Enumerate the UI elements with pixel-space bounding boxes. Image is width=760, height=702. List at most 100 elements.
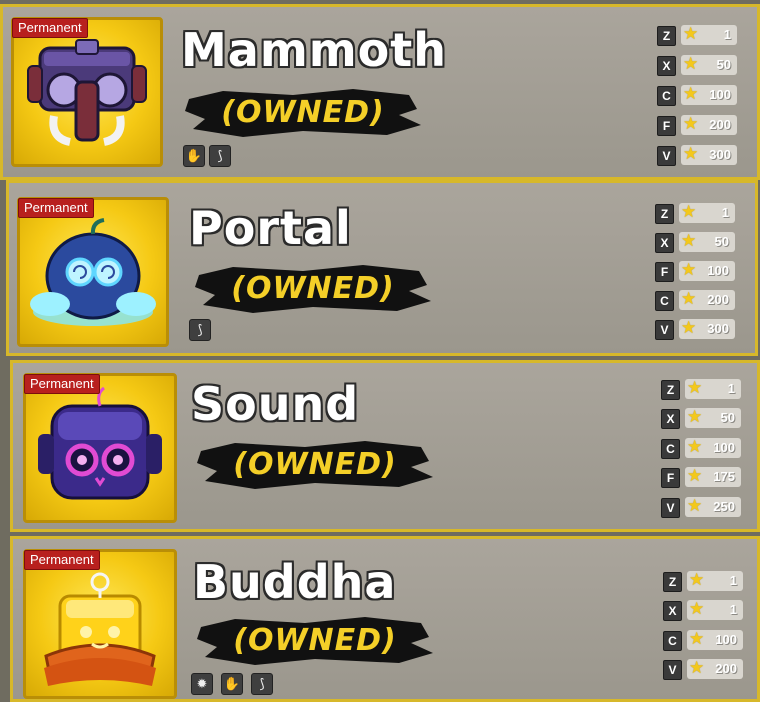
star-icon: ★: [687, 437, 703, 456]
cost-box: ★ 200: [681, 114, 737, 135]
cost-box: ★ 50: [681, 54, 737, 75]
star-icon: ★: [687, 466, 703, 485]
cost-box: ★ 250: [685, 496, 741, 517]
star-icon: ★: [681, 260, 697, 279]
cost-box: ★ 1: [685, 378, 741, 399]
cost-value: 1: [723, 27, 731, 42]
key-label: Z: [663, 572, 682, 592]
star-icon: ★: [681, 231, 697, 250]
permanent-badge: Permanent: [18, 198, 94, 218]
star-icon: ★: [681, 318, 697, 337]
fruit-card-portal[interactable]: Permanent Portal (OWNED) ⟆ Z ★ 1 X ★ 50 F ★ 10…: [6, 180, 758, 356]
key-label: Z: [657, 26, 676, 46]
owned-label: (OWNED): [195, 613, 435, 669]
fruit-card-mammoth[interactable]: Permanent Mammoth (OWNED) ✋ ⟆ Z ★ 1 X ★ 50 C…: [0, 4, 760, 180]
horn-icon: ⟆: [209, 145, 231, 167]
owned-label: (OWNED): [195, 437, 435, 493]
sound-fruit-icon: [38, 386, 162, 500]
key-label: F: [655, 262, 674, 282]
move-row: F ★ 200: [657, 114, 743, 136]
key-label: F: [657, 116, 676, 136]
cost-value: 200: [715, 661, 737, 676]
cost-box: ★ 100: [687, 629, 743, 650]
buddha-fruit-icon: [44, 572, 156, 686]
cost-value: 1: [729, 602, 737, 617]
cost-box: ★ 175: [685, 466, 741, 487]
move-row: Z ★ 1: [663, 570, 749, 592]
key-label: X: [661, 409, 680, 429]
move-row: C ★ 200: [655, 289, 741, 311]
cost-value: 250: [713, 499, 735, 514]
owned-text: (OWNED): [221, 95, 385, 130]
cost-box: ★ 300: [681, 144, 737, 165]
cost-value: 200: [707, 292, 729, 307]
move-row: Z ★ 1: [655, 202, 741, 224]
cost-value: 100: [709, 87, 731, 102]
move-row: X ★ 50: [661, 407, 747, 429]
fruit-name: Sound: [191, 377, 360, 431]
move-row: Z ★ 1: [657, 24, 743, 46]
key-label: Z: [661, 380, 680, 400]
owned-label: (OWNED): [183, 85, 423, 141]
move-row: C ★ 100: [663, 629, 749, 651]
move-row: V ★ 300: [655, 318, 741, 340]
move-row: X ★ 1: [663, 599, 749, 621]
move-row: F ★ 100: [655, 260, 741, 282]
cost-value: 100: [713, 440, 735, 455]
cost-value: 100: [707, 263, 729, 278]
move-row: V ★ 250: [661, 496, 747, 518]
cost-value: 1: [721, 205, 729, 220]
star-icon: ★: [689, 658, 705, 677]
owned-text: (OWNED): [233, 623, 397, 658]
key-label: V: [657, 146, 676, 166]
key-label: X: [663, 601, 682, 621]
fruit-icon-frame: Permanent: [23, 549, 177, 699]
fruit-icon-frame: Permanent: [11, 17, 163, 167]
permanent-badge: Permanent: [24, 374, 100, 394]
mammoth-fruit-icon: [27, 39, 147, 146]
star-icon: ★: [683, 24, 699, 43]
move-row: V ★ 200: [663, 658, 749, 680]
move-row: Z ★ 1: [661, 378, 747, 400]
cost-value: 50: [714, 234, 729, 249]
fruit-name: Portal: [189, 201, 352, 255]
claw-icon: ✋: [221, 673, 243, 695]
key-label: V: [663, 660, 682, 680]
star-icon: ★: [681, 289, 697, 308]
owned-text: (OWNED): [233, 447, 397, 482]
key-label: C: [657, 86, 676, 106]
cost-box: ★ 100: [679, 260, 735, 281]
permanent-badge: Permanent: [12, 18, 88, 38]
cost-value: 1: [727, 381, 735, 396]
owned-label: (OWNED): [193, 261, 433, 317]
key-label: C: [655, 291, 674, 311]
cost-value: 300: [707, 321, 729, 336]
cost-box: ★ 200: [679, 289, 735, 310]
fruit-card-sound[interactable]: Permanent Sound (OWNED) Z ★ 1 X ★ 50 C ★ 100 F…: [10, 360, 760, 532]
cost-box: ★ 100: [685, 437, 741, 458]
fruit-icon-frame: Permanent: [23, 373, 177, 523]
cost-value: 50: [720, 410, 735, 425]
cost-value: 200: [709, 117, 731, 132]
gear-icon: ✹: [191, 673, 213, 695]
star-icon: ★: [681, 202, 697, 221]
star-icon: ★: [689, 570, 705, 589]
key-label: C: [663, 631, 682, 651]
star-icon: ★: [687, 378, 703, 397]
star-icon: ★: [683, 144, 699, 163]
key-label: Z: [655, 204, 674, 224]
horn-icon: ⟆: [189, 319, 211, 341]
key-label: X: [655, 233, 674, 253]
star-icon: ★: [683, 114, 699, 133]
claw-icon: ✋: [183, 145, 205, 167]
cost-value: 50: [716, 57, 731, 72]
fruit-name: Mammoth: [181, 23, 448, 77]
cost-box: ★ 300: [679, 318, 735, 339]
fruit-card-buddha[interactable]: Permanent Buddha (OWNED) ✹ ✋ ⟆ Z ★ 1 X ★ 1 C…: [10, 536, 760, 702]
fruit-name: Buddha: [193, 555, 397, 609]
star-icon: ★: [683, 54, 699, 73]
cost-value: 300: [709, 147, 731, 162]
cost-box: ★ 1: [687, 599, 743, 620]
fruit-icon-frame: Permanent: [17, 197, 169, 347]
permanent-badge: Permanent: [24, 550, 100, 570]
